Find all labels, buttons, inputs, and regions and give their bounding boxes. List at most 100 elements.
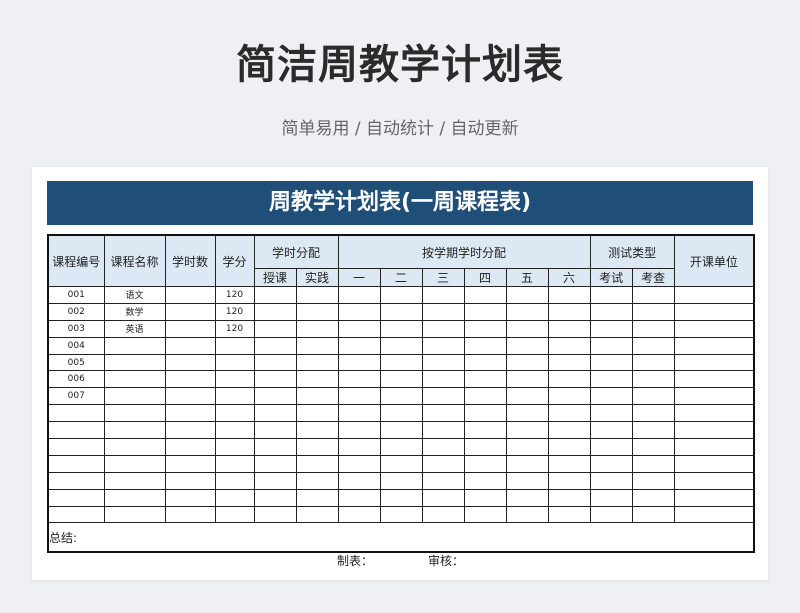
cell-credits[interactable] bbox=[214, 353, 255, 372]
cell-course-name[interactable] bbox=[103, 404, 166, 423]
table-cell[interactable] bbox=[295, 286, 339, 304]
table-cell[interactable] bbox=[547, 319, 591, 338]
table-cell[interactable] bbox=[631, 421, 675, 440]
table-cell[interactable] bbox=[295, 319, 339, 338]
table-cell[interactable] bbox=[463, 319, 507, 338]
table-cell[interactable] bbox=[463, 370, 507, 389]
table-cell[interactable] bbox=[253, 505, 297, 524]
cell-credits[interactable]: 120 bbox=[214, 319, 255, 338]
table-cell[interactable] bbox=[547, 370, 591, 389]
header-hours[interactable]: 学时数 bbox=[164, 234, 216, 287]
cell-credits[interactable] bbox=[214, 471, 255, 490]
table-cell[interactable] bbox=[379, 353, 423, 372]
cell-credits[interactable] bbox=[214, 370, 255, 389]
cell-credits[interactable] bbox=[214, 404, 255, 423]
table-cell[interactable] bbox=[631, 471, 675, 490]
table-cell[interactable] bbox=[673, 319, 755, 338]
cell-course-name[interactable] bbox=[103, 505, 166, 524]
table-cell[interactable] bbox=[253, 336, 297, 355]
table-cell[interactable] bbox=[463, 302, 507, 321]
table-cell[interactable] bbox=[505, 404, 549, 423]
table-cell[interactable] bbox=[253, 353, 297, 372]
table-cell[interactable] bbox=[631, 387, 675, 406]
table-cell[interactable] bbox=[164, 421, 216, 440]
cell-course-name[interactable] bbox=[103, 387, 166, 406]
table-cell[interactable] bbox=[379, 387, 423, 406]
table-cell[interactable] bbox=[253, 370, 297, 389]
cell-course-name[interactable] bbox=[103, 471, 166, 490]
table-cell[interactable] bbox=[421, 370, 465, 389]
table-cell[interactable] bbox=[379, 336, 423, 355]
cell-credits[interactable] bbox=[214, 421, 255, 440]
summary-cell[interactable]: 总结: bbox=[47, 522, 755, 553]
table-cell[interactable] bbox=[631, 370, 675, 389]
table-cell[interactable] bbox=[295, 471, 339, 490]
table-cell[interactable] bbox=[337, 404, 381, 423]
table-cell[interactable] bbox=[505, 421, 549, 440]
table-cell[interactable] bbox=[164, 438, 216, 456]
table-cell[interactable] bbox=[421, 488, 465, 507]
table-cell[interactable] bbox=[631, 286, 675, 304]
table-cell[interactable] bbox=[164, 319, 216, 338]
table-cell[interactable] bbox=[337, 319, 381, 338]
header-department[interactable]: 开课单位 bbox=[673, 234, 755, 287]
table-cell[interactable] bbox=[631, 336, 675, 355]
header-semester-3[interactable]: 三 bbox=[421, 268, 465, 287]
table-cell[interactable] bbox=[505, 454, 549, 473]
table-cell[interactable] bbox=[164, 505, 216, 524]
table-cell[interactable] bbox=[505, 370, 549, 389]
table-cell[interactable] bbox=[337, 286, 381, 304]
table-cell[interactable] bbox=[673, 336, 755, 355]
table-cell[interactable] bbox=[463, 387, 507, 406]
table-cell[interactable] bbox=[295, 336, 339, 355]
cell-course-code[interactable]: 004 bbox=[47, 336, 105, 355]
table-cell[interactable] bbox=[337, 387, 381, 406]
table-cell[interactable] bbox=[421, 353, 465, 372]
table-cell[interactable] bbox=[505, 353, 549, 372]
table-cell[interactable] bbox=[631, 302, 675, 321]
table-cell[interactable] bbox=[337, 421, 381, 440]
header-test-type[interactable]: 测试类型 bbox=[589, 234, 675, 269]
table-cell[interactable] bbox=[337, 336, 381, 355]
table-cell[interactable] bbox=[505, 438, 549, 456]
table-cell[interactable] bbox=[379, 319, 423, 338]
table-cell[interactable] bbox=[631, 319, 675, 338]
cell-credits[interactable] bbox=[214, 488, 255, 507]
table-cell[interactable] bbox=[589, 286, 633, 304]
cell-course-name[interactable] bbox=[103, 353, 166, 372]
table-cell[interactable] bbox=[463, 471, 507, 490]
table-cell[interactable] bbox=[421, 387, 465, 406]
table-cell[interactable] bbox=[337, 471, 381, 490]
header-semester-split[interactable]: 按学期学时分配 bbox=[337, 234, 591, 269]
table-cell[interactable] bbox=[547, 488, 591, 507]
table-cell[interactable] bbox=[631, 488, 675, 507]
table-cell[interactable] bbox=[505, 387, 549, 406]
table-cell[interactable] bbox=[505, 488, 549, 507]
header-semester-4[interactable]: 四 bbox=[463, 268, 507, 287]
cell-course-code[interactable]: 002 bbox=[47, 302, 105, 321]
table-cell[interactable] bbox=[589, 488, 633, 507]
table-cell[interactable] bbox=[505, 319, 549, 338]
table-cell[interactable] bbox=[164, 454, 216, 473]
table-cell[interactable] bbox=[547, 302, 591, 321]
table-cell[interactable] bbox=[164, 370, 216, 389]
table-cell[interactable] bbox=[421, 336, 465, 355]
table-cell[interactable] bbox=[253, 286, 297, 304]
cell-course-code[interactable]: 003 bbox=[47, 319, 105, 338]
table-cell[interactable] bbox=[673, 404, 755, 423]
table-cell[interactable] bbox=[379, 286, 423, 304]
table-cell[interactable] bbox=[589, 471, 633, 490]
table-cell[interactable] bbox=[295, 302, 339, 321]
cell-credits[interactable]: 120 bbox=[214, 302, 255, 321]
table-cell[interactable] bbox=[589, 438, 633, 456]
table-cell[interactable] bbox=[164, 286, 216, 304]
table-cell[interactable] bbox=[253, 488, 297, 507]
table-cell[interactable] bbox=[379, 370, 423, 389]
cell-course-name[interactable]: 英语 bbox=[103, 319, 166, 338]
table-cell[interactable] bbox=[589, 454, 633, 473]
table-cell[interactable] bbox=[421, 404, 465, 423]
table-cell[interactable] bbox=[253, 438, 297, 456]
table-cell[interactable] bbox=[589, 404, 633, 423]
table-cell[interactable] bbox=[295, 454, 339, 473]
table-cell[interactable] bbox=[164, 387, 216, 406]
